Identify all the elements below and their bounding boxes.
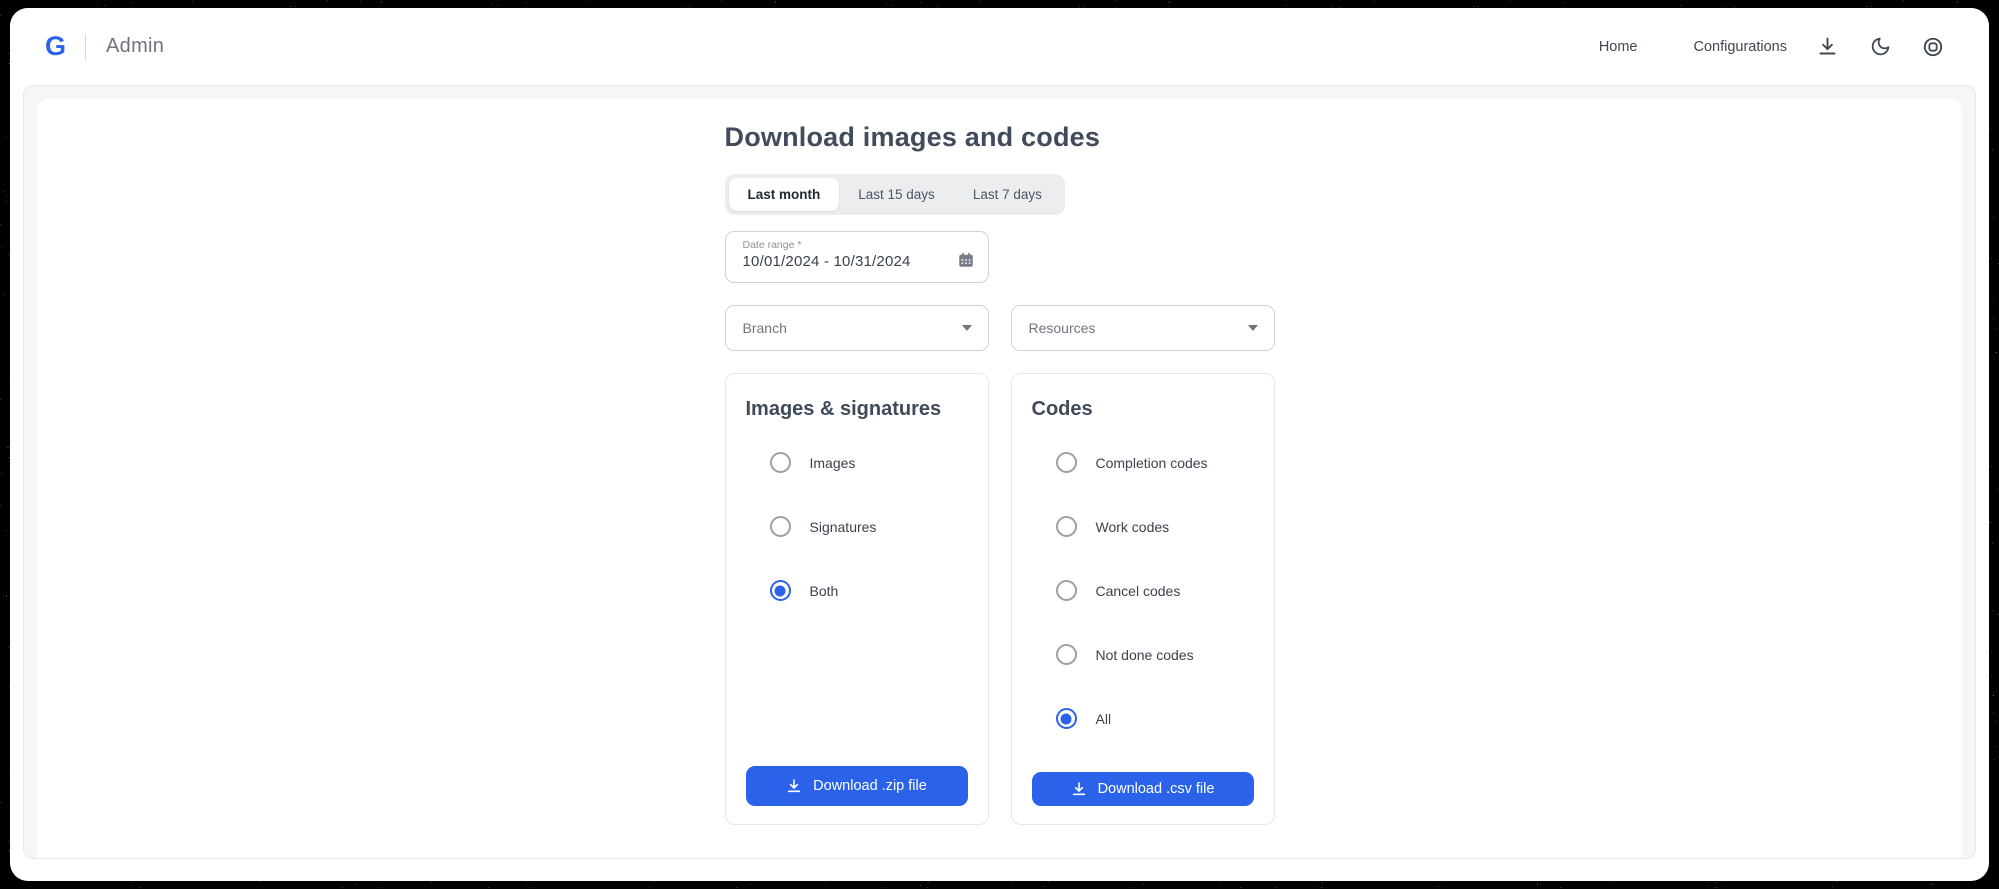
date-range-value: 10/01/2024 - 10/31/2024	[743, 253, 911, 270]
download-icon[interactable]	[1814, 34, 1840, 60]
date-range-label: Date range *	[743, 239, 974, 251]
tab-last-15-days[interactable]: Last 15 days	[839, 178, 954, 211]
topbar: G Admin Home Configurations	[10, 8, 1989, 85]
tab-last-month[interactable]: Last month	[729, 178, 840, 211]
radio-label: Cancel codes	[1096, 583, 1181, 599]
radio-option-work-codes[interactable]: Work codes	[1032, 516, 1254, 537]
resources-select-label: Resources	[1029, 320, 1096, 336]
brand-logo[interactable]: G	[45, 31, 65, 62]
card-spacer	[746, 644, 968, 766]
download-zip-button[interactable]: Download .zip file	[746, 766, 968, 806]
branch-select[interactable]: Branch	[725, 305, 989, 351]
radio-option-all[interactable]: All	[1032, 708, 1254, 729]
content-sheet: Download images and codes Last month Las…	[37, 99, 1962, 858]
radio-option-images[interactable]: Images	[746, 452, 968, 473]
chevron-down-icon	[1248, 325, 1258, 331]
radio-icon[interactable]	[1056, 452, 1077, 473]
download-csv-button[interactable]: Download .csv file	[1032, 772, 1254, 806]
radio-option-both[interactable]: Both	[746, 580, 968, 601]
nav-link-home[interactable]: Home	[1599, 39, 1638, 55]
download-csv-label: Download .csv file	[1098, 781, 1215, 797]
calendar-icon[interactable]	[957, 251, 975, 274]
card-title: Codes	[1032, 398, 1254, 421]
radio-icon[interactable]	[1056, 580, 1077, 601]
app-title: Admin	[106, 35, 164, 58]
resources-select[interactable]: Resources	[1011, 305, 1275, 351]
radio-label: Work codes	[1096, 519, 1170, 535]
radio-icon[interactable]	[770, 516, 791, 537]
radio-label: Both	[810, 583, 839, 599]
radio-label: All	[1096, 711, 1112, 727]
radio-label: Completion codes	[1096, 455, 1208, 471]
branch-select-label: Branch	[743, 320, 787, 336]
chevron-down-icon	[962, 325, 972, 331]
moon-icon[interactable]	[1867, 34, 1893, 60]
radio-option-completion-codes[interactable]: Completion codes	[1032, 452, 1254, 473]
radio-label: Signatures	[810, 519, 877, 535]
radio-icon[interactable]	[1056, 644, 1077, 665]
radio-option-signatures[interactable]: Signatures	[746, 516, 968, 537]
codes-card: Codes Completion codes Work codes Cancel…	[1011, 373, 1275, 825]
radio-icon[interactable]	[770, 580, 791, 601]
date-preset-tabs: Last month Last 15 days Last 7 days	[725, 174, 1065, 215]
app-window: G Admin Home Configurations Download	[10, 8, 1989, 881]
page-title: Download images and codes	[725, 122, 1275, 153]
download-icon	[1071, 781, 1087, 797]
card-title: Images & signatures	[746, 398, 968, 421]
topbar-divider	[85, 34, 86, 60]
download-zip-label: Download .zip file	[813, 778, 927, 794]
images-signatures-card: Images & signatures Images Signatures Bo…	[725, 373, 989, 825]
tab-last-7-days[interactable]: Last 7 days	[954, 178, 1061, 211]
form-column: Download images and codes Last month Las…	[725, 99, 1275, 825]
radio-icon[interactable]	[770, 452, 791, 473]
nav-link-configurations[interactable]: Configurations	[1694, 39, 1788, 55]
content-panel: Download images and codes Last month Las…	[23, 85, 1976, 859]
date-range-field[interactable]: Date range * 10/01/2024 - 10/31/2024	[725, 231, 989, 283]
radio-option-not-done-codes[interactable]: Not done codes	[1032, 644, 1254, 665]
radio-option-cancel-codes[interactable]: Cancel codes	[1032, 580, 1254, 601]
radio-icon[interactable]	[1056, 708, 1077, 729]
radio-icon[interactable]	[1056, 516, 1077, 537]
lifebuoy-icon[interactable]	[1920, 34, 1946, 60]
radio-label: Images	[810, 455, 856, 471]
radio-label: Not done codes	[1096, 647, 1194, 663]
filter-row: Branch Resources	[725, 305, 1275, 351]
download-cards: Images & signatures Images Signatures Bo…	[725, 373, 1275, 825]
download-icon	[786, 778, 802, 794]
